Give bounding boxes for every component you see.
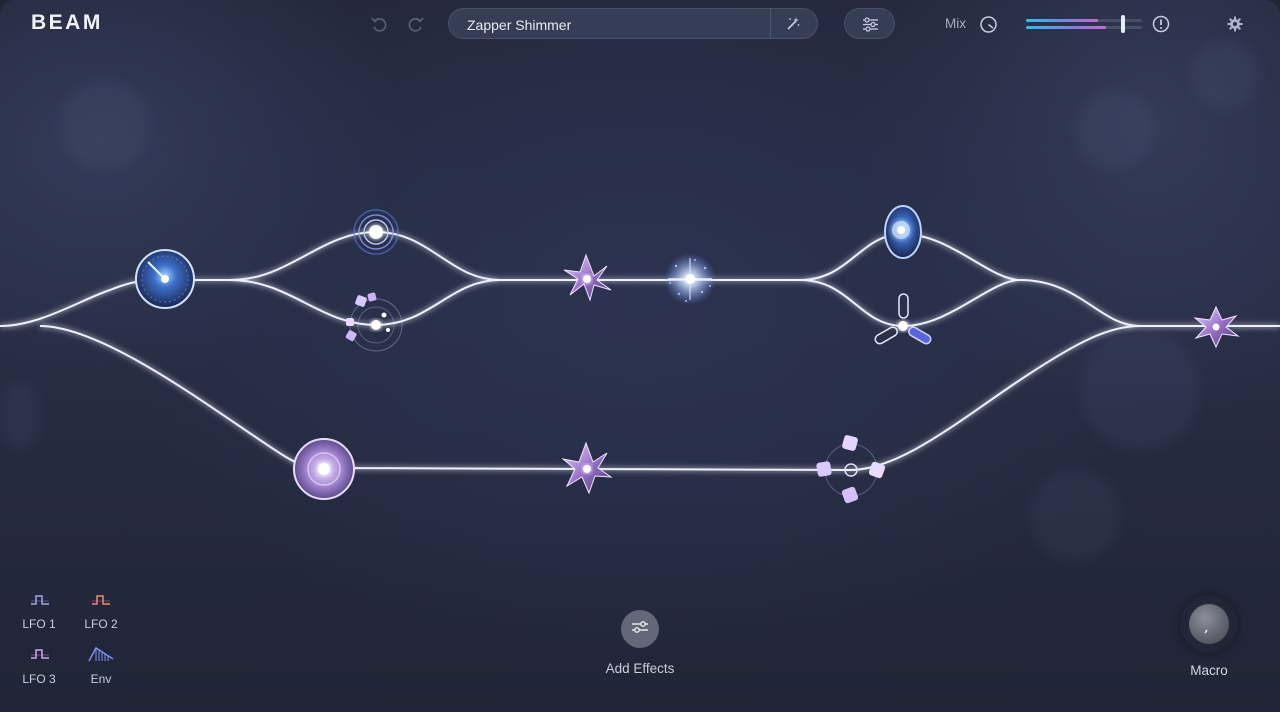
signal-path-lower2 xyxy=(799,279,1021,328)
preset-divider xyxy=(770,9,771,38)
magic-wand-icon[interactable] xyxy=(783,15,803,33)
signal-path-bottom xyxy=(39,325,1141,472)
macro-knob[interactable] xyxy=(1189,604,1229,644)
mix-label: Mix xyxy=(945,16,966,31)
modulator-lfo-3[interactable]: LFO 3 xyxy=(14,644,64,694)
gear-icon[interactable] xyxy=(1224,13,1246,35)
redo-icon[interactable] xyxy=(405,13,427,35)
square-wave-icon xyxy=(30,593,50,614)
sparkle-effect-node[interactable] xyxy=(664,253,716,305)
square-wave-icon xyxy=(91,593,111,614)
sphere-effect-node[interactable] xyxy=(293,438,355,500)
preset-selector[interactable]: Zapper Shimmer xyxy=(448,8,818,39)
sliders-icon xyxy=(860,15,880,33)
lfo-1-label: LFO 1 xyxy=(22,617,56,631)
mix-knob[interactable] xyxy=(977,13,999,35)
orb-effect-node[interactable] xyxy=(884,205,922,259)
undo-icon[interactable] xyxy=(368,13,390,35)
env-label: Env xyxy=(90,672,112,686)
alert-icon[interactable] xyxy=(1150,13,1172,35)
add-effects-button[interactable] xyxy=(621,610,659,648)
macro-label: Macro xyxy=(1190,663,1228,678)
lfo-2-label: LFO 2 xyxy=(84,617,118,631)
beam-app: BEAM Zapper Shimmer Mix LFO 1 LFO 2 LFO … xyxy=(0,0,1280,712)
modulator-lfo-1[interactable]: LFO 1 xyxy=(14,590,64,640)
preset-name: Zapper Shimmer xyxy=(467,17,572,33)
sliders-icon xyxy=(631,620,649,639)
envelope-icon xyxy=(88,646,114,669)
macro-knob-housing xyxy=(1180,595,1238,653)
tri-capsule-effect-node[interactable] xyxy=(874,293,933,345)
modulator-envelope[interactable]: Env xyxy=(76,644,126,694)
top-bar: BEAM Zapper Shimmer Mix xyxy=(0,0,1280,48)
dial-effect-node[interactable] xyxy=(135,249,195,309)
ripple-effect-node[interactable] xyxy=(353,209,399,255)
square-wave-icon xyxy=(30,647,50,668)
modulator-lfo-2[interactable]: LFO 2 xyxy=(76,590,126,640)
global-settings-button[interactable] xyxy=(844,8,895,39)
add-effects-label: Add Effects xyxy=(605,661,675,676)
granular-effect-node[interactable] xyxy=(345,292,403,352)
lfo-3-label: LFO 3 xyxy=(22,672,56,686)
output-level-slider[interactable] xyxy=(1026,14,1144,34)
app-logo: BEAM xyxy=(31,11,103,34)
crystal-effect-node[interactable] xyxy=(563,253,612,302)
